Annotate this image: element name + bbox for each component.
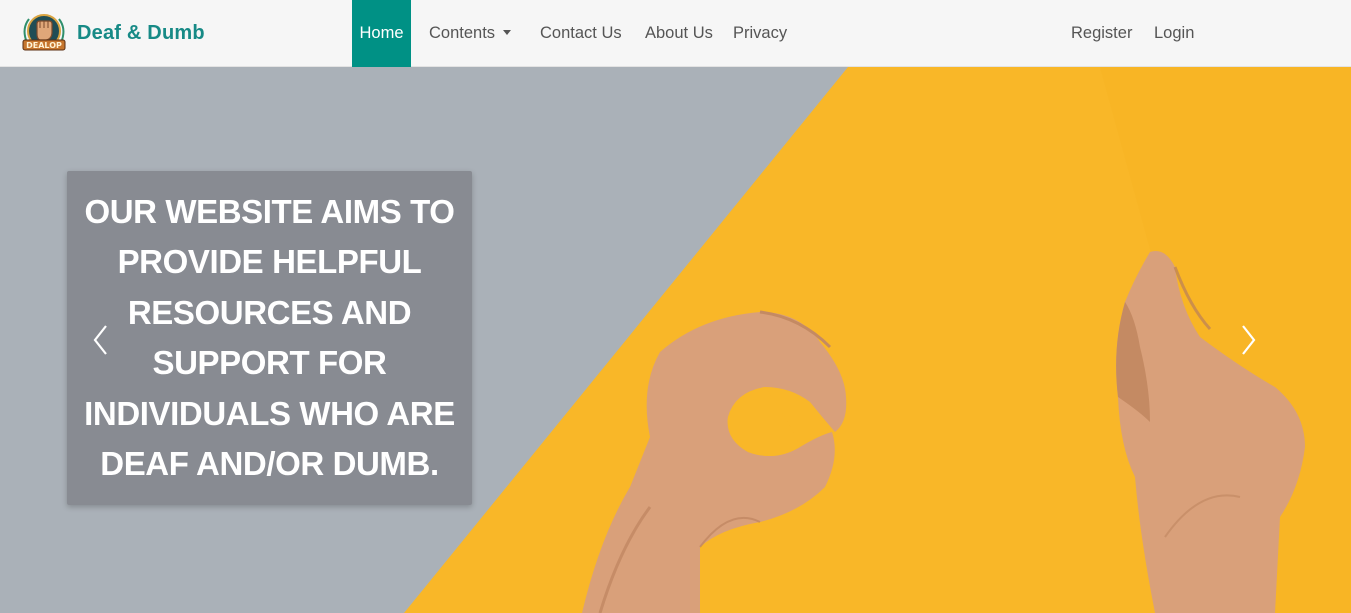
chevron-left-icon — [93, 325, 107, 355]
brand-link[interactable]: DEALOP Deaf & Dumb — [20, 10, 205, 56]
nav-privacy-link[interactable]: Privacy — [733, 0, 787, 67]
caret-down-icon — [503, 30, 512, 36]
carousel-prev-button[interactable] — [86, 320, 116, 360]
chevron-right-icon — [1242, 325, 1256, 355]
nav-about-link[interactable]: About Us — [645, 0, 713, 67]
nav-login-link[interactable]: Login — [1154, 0, 1194, 67]
brand-logo-text: DEALOP — [26, 41, 62, 50]
nav-home-link[interactable]: Home — [352, 0, 411, 67]
hero-caption: OUR WEBSITE AIMS TO PROVIDE HELPFUL RESO… — [84, 192, 455, 483]
brand-logo-icon: DEALOP — [22, 14, 66, 51]
navbar: DEALOP Deaf & Dumb Home Contents Contact… — [0, 0, 1351, 67]
brand-name: Deaf & Dumb — [77, 21, 205, 44]
hero-carousel: OUR WEBSITE AIMS TO PROVIDE HELPFUL RESO… — [0, 67, 1351, 613]
nav-register-link[interactable]: Register — [1071, 0, 1132, 67]
carousel-next-button[interactable] — [1233, 320, 1263, 360]
nav-contents-label: Contents — [429, 24, 496, 42]
nav-contact-link[interactable]: Contact Us — [540, 0, 622, 67]
hero-caption-box: OUR WEBSITE AIMS TO PROVIDE HELPFUL RESO… — [67, 171, 472, 505]
nav-contents-dropdown[interactable]: Contents — [429, 0, 512, 67]
